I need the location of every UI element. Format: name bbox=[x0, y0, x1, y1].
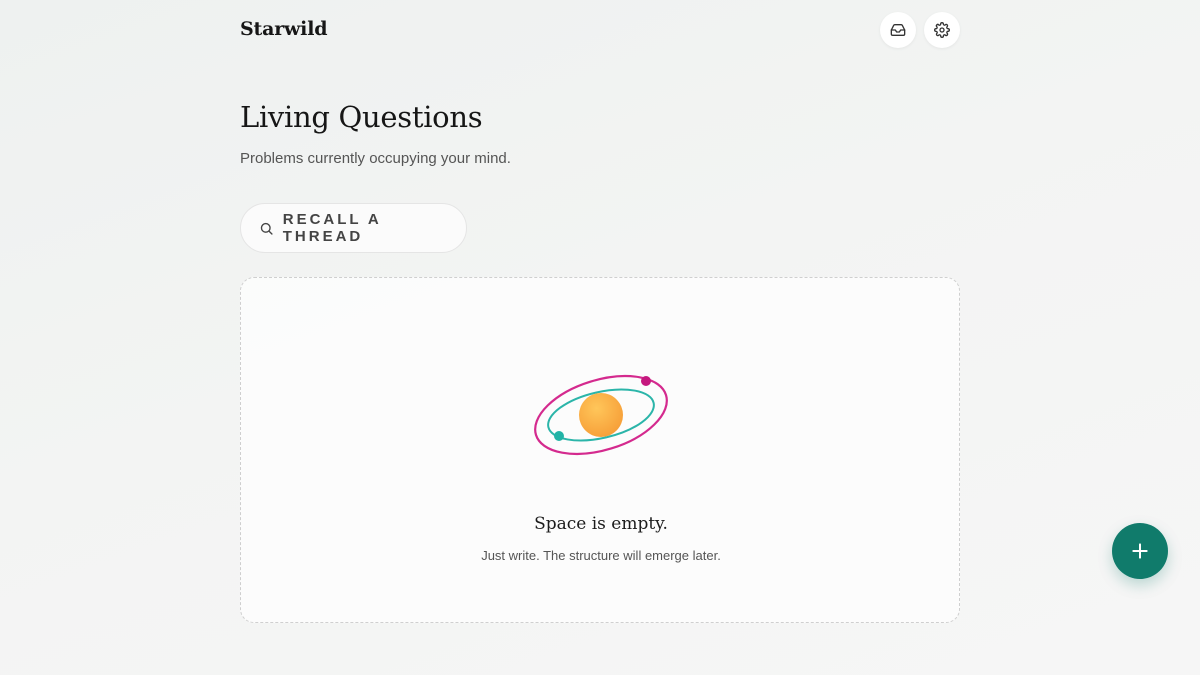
add-question-button[interactable] bbox=[1112, 523, 1168, 579]
inbox-button[interactable] bbox=[880, 12, 916, 48]
recall-thread-button[interactable]: RECALL A THREAD bbox=[240, 203, 467, 253]
search-icon bbox=[260, 222, 273, 235]
app-brand[interactable]: Starwild bbox=[240, 18, 327, 40]
orbit-icon bbox=[534, 374, 668, 456]
settings-button[interactable] bbox=[924, 12, 960, 48]
page-title: Living Questions bbox=[240, 100, 483, 134]
app-container: Starwild Living Questions Problems curre… bbox=[240, 0, 960, 675]
inbox-icon bbox=[890, 24, 906, 36]
gear-icon bbox=[934, 22, 950, 38]
recall-thread-label: RECALL A THREAD bbox=[282, 211, 382, 245]
page-subtitle: Problems currently occupying your mind. bbox=[240, 150, 511, 167]
top-bar: Starwild bbox=[240, 12, 960, 48]
empty-state-title: Space is empty. bbox=[534, 514, 668, 534]
plus-icon bbox=[1132, 543, 1148, 559]
empty-state-hint: Just write. The structure will emerge la… bbox=[481, 548, 721, 563]
empty-state-card: Space is empty. Just write. The structur… bbox=[240, 277, 960, 623]
